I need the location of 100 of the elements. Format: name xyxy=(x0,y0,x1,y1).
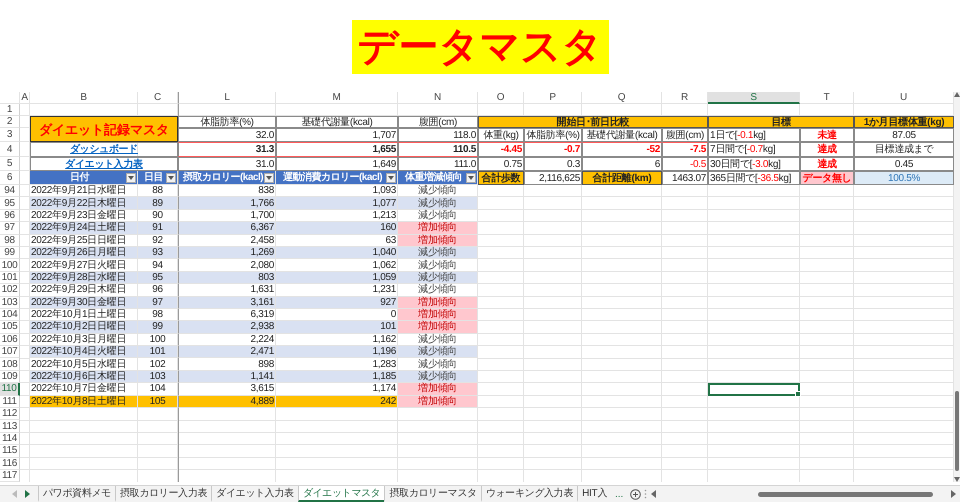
total-label: 合計歩数 xyxy=(478,171,524,185)
row-number[interactable]: 110 xyxy=(0,383,20,396)
next-sheet-icon[interactable] xyxy=(25,490,30,498)
sheet-tab[interactable]: 摂取カロリー入力表 xyxy=(114,486,212,502)
trend-cell: 増加傾向 xyxy=(398,222,478,235)
table-cell: 1,283 xyxy=(276,358,398,371)
table-cell: 1,766 xyxy=(178,197,276,210)
caret-icon xyxy=(128,176,134,180)
row-number[interactable]: 113 xyxy=(0,420,20,433)
metric-value: -4.45 xyxy=(478,142,524,157)
total-value: 1463.07 xyxy=(662,171,708,185)
filter-button[interactable] xyxy=(166,172,176,182)
trend-cell: 増加傾向 xyxy=(398,383,478,396)
table-cell: 6,319 xyxy=(178,308,276,322)
column-label: 摂取カロリー(kacl) xyxy=(182,172,264,183)
scroll-right-icon[interactable] xyxy=(951,490,956,498)
more-tabs[interactable]: ... xyxy=(610,488,628,500)
trend-cell: 増加傾向 xyxy=(398,308,478,322)
scroll-left-icon[interactable] xyxy=(651,490,656,498)
row-number[interactable]: 114 xyxy=(0,432,20,446)
page-title: データマスタ xyxy=(352,20,608,74)
filter-button[interactable] xyxy=(466,172,476,182)
table-cell: 1,631 xyxy=(178,284,276,297)
metric-value: 6 xyxy=(582,157,662,171)
date-cell: 2022年9月24日土曜日 xyxy=(30,222,138,235)
date-cell: 2022年10月6日木曜日 xyxy=(30,370,138,384)
add-sheet-button[interactable] xyxy=(630,488,642,500)
row-number[interactable]: 102 xyxy=(0,284,20,297)
filter-button[interactable] xyxy=(126,172,136,182)
goal-status: データ無し xyxy=(800,171,854,185)
date-cell: 2022年10月2日日曜日 xyxy=(30,321,138,334)
metric-value: 0.75 xyxy=(478,157,524,171)
caret-icon xyxy=(168,176,174,180)
table-cell: 1,700 xyxy=(178,210,276,222)
row-number[interactable]: 112 xyxy=(0,408,20,420)
row-number[interactable]: 100 xyxy=(0,259,20,272)
column-header[interactable]: S xyxy=(708,92,800,104)
metric-header: 腹囲(cm) xyxy=(398,116,478,128)
scrollbar-thumb[interactable] xyxy=(955,391,959,471)
table-cell: 103 xyxy=(138,370,178,384)
table-cell: 3,161 xyxy=(178,296,276,309)
section-header: 1か月目標体重(kg) xyxy=(854,116,954,128)
table-cell: 101 xyxy=(276,321,398,334)
scroll-down-icon[interactable] xyxy=(954,477,960,482)
fill-handle[interactable] xyxy=(795,390,801,397)
trend-cell: 増加傾向 xyxy=(398,321,478,334)
table-cell: 1,269 xyxy=(178,246,276,260)
sheet-tab[interactable]: パワポ資料メモ xyxy=(38,486,115,502)
row-number[interactable]: 111 xyxy=(0,396,20,408)
caret-icon xyxy=(468,176,474,180)
scroll-up-icon[interactable] xyxy=(954,92,960,97)
trend-cell: 減少傾向 xyxy=(398,246,478,260)
table-cell: 2,080 xyxy=(178,259,276,272)
metric-value: 110.5 xyxy=(398,142,478,157)
table-cell: 1,196 xyxy=(276,346,398,358)
metric-header: 基礎代謝量(kcal) xyxy=(582,128,662,142)
table-cell: 927 xyxy=(276,296,398,309)
sheet-tab[interactable]: HIT入 xyxy=(577,486,611,502)
table-cell: 2,224 xyxy=(178,334,276,346)
trend-cell: 減少傾向 xyxy=(398,197,478,210)
table-cell: 1,141 xyxy=(178,370,276,384)
row-number[interactable]: 105 xyxy=(0,321,20,334)
table-cell: 91 xyxy=(138,222,178,235)
row-number[interactable]: 117 xyxy=(0,470,20,482)
link[interactable]: ダッシュボード xyxy=(70,144,138,155)
filter-button[interactable] xyxy=(386,172,396,182)
link[interactable]: ダイエット入力表 xyxy=(65,158,143,170)
metric-value: -7.5 xyxy=(662,142,708,157)
progress-value: 100.5% xyxy=(854,171,954,185)
scrollbar-thumb[interactable] xyxy=(758,492,933,496)
row-number[interactable]: 109 xyxy=(0,370,20,384)
row-number[interactable]: 115 xyxy=(0,445,20,458)
table-cell: 898 xyxy=(178,358,276,371)
row-number[interactable]: 107 xyxy=(0,346,20,358)
vertical-scrollbar[interactable] xyxy=(954,92,960,482)
row-number[interactable]: 108 xyxy=(0,358,20,371)
table-cell: 99 xyxy=(138,321,178,334)
metric-value: 31.3 xyxy=(178,142,276,157)
row-number[interactable]: 101 xyxy=(0,272,20,284)
date-cell: 2022年10月4日火曜日 xyxy=(30,346,138,358)
table-cell: 2,471 xyxy=(178,346,276,358)
row-number[interactable]: 106 xyxy=(0,334,20,346)
sheet-tab[interactable]: 摂取カロリーマスタ xyxy=(384,486,481,502)
date-cell: 2022年9月30日金曜日 xyxy=(30,296,138,309)
table-cell: 242 xyxy=(276,396,398,408)
section-header: 開始日･前日比較 xyxy=(478,116,708,128)
sheet-tab[interactable]: ウォーキング入力表 xyxy=(480,486,578,502)
metric-value: 32.0 xyxy=(178,128,276,142)
row-number[interactable]: 104 xyxy=(0,308,20,322)
row-number[interactable]: 103 xyxy=(0,296,20,309)
metric-value: 111.0 xyxy=(398,157,478,171)
filter-button[interactable] xyxy=(264,172,274,182)
selected-cell[interactable] xyxy=(708,383,800,396)
target-value: 87.05 xyxy=(854,128,954,142)
sheet-title: ダイエット記録マスタ xyxy=(30,116,178,142)
sheet-tab[interactable]: ダイエットマスタ xyxy=(298,486,384,502)
goal-text: 30日間で[-3.0kg] xyxy=(708,157,800,171)
row-number[interactable]: 116 xyxy=(0,458,20,470)
column-label: 日目 xyxy=(143,172,164,183)
splitter-handle-icon[interactable] xyxy=(644,489,648,499)
